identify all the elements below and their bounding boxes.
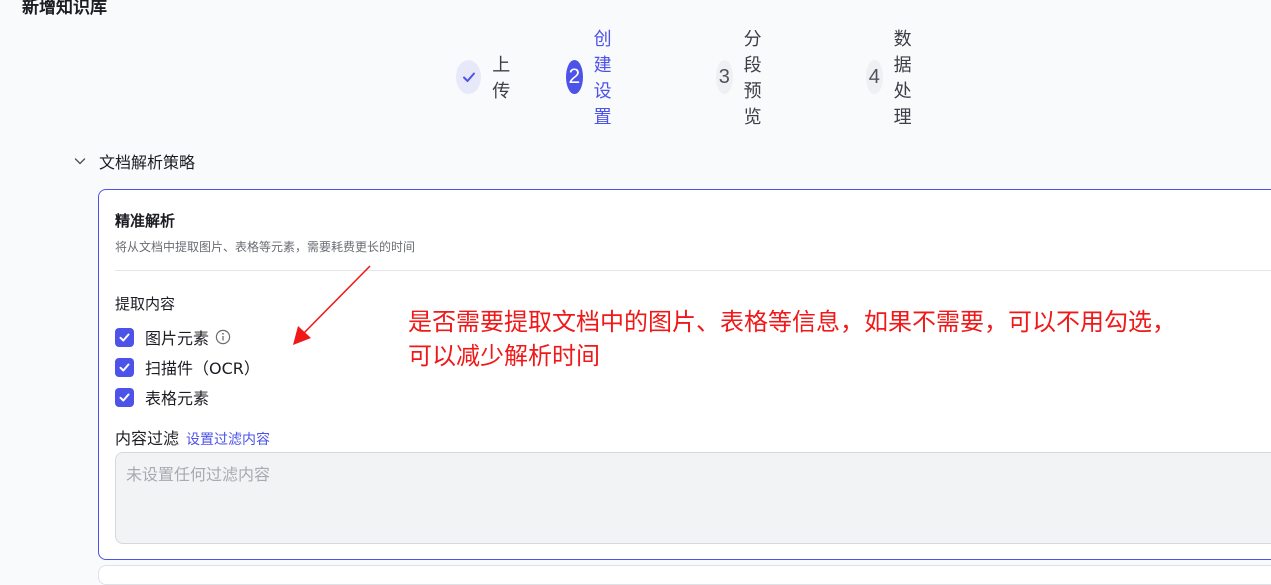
annotation-line: 是否需要提取文档中的图片、表格等信息，如果不需要，可以不用勾选， (408, 308, 1176, 336)
step-label: 创建设置 (593, 29, 612, 128)
checkbox-label: 表格元素 (145, 389, 210, 408)
set-filter-link[interactable]: 设置过滤内容 (186, 429, 270, 449)
chevron-down-icon (72, 153, 88, 169)
content-filter-row: 内容过滤 设置过滤内容 (115, 425, 270, 449)
extract-content-label: 提取内容 (115, 295, 176, 313)
page-title: 新增知识库 (22, 0, 107, 18)
step-create-settings[interactable]: 2 创建设置 (566, 29, 629, 128)
annotation-line: 可以减少解析时间 (408, 342, 600, 370)
step-number: 4 (866, 60, 883, 94)
parse-strategy-toggle[interactable]: 文档解析策略 (72, 149, 195, 173)
checkbox-label: 扫描件（OCR） (145, 359, 260, 378)
step-segment-preview[interactable]: 3 分段预览 (716, 29, 779, 128)
check-icon (456, 60, 482, 94)
checkbox-checked-icon[interactable] (115, 387, 134, 407)
card-title: 精准解析 (115, 212, 176, 230)
next-strategy-card[interactable] (98, 565, 1271, 585)
annotation-text: 是否需要提取文档中的图片、表格等信息，如果不需要，可以不用勾选， 可以减少解析时… (408, 305, 1258, 373)
divider (115, 270, 1271, 271)
step-data-processing[interactable]: 4 数据处理 (866, 29, 929, 128)
content-filter-label: 内容过滤 (115, 429, 180, 448)
checkbox-label: 图片元素 (145, 329, 210, 348)
info-icon[interactable] (215, 329, 231, 345)
checkbox-checked-icon[interactable] (115, 357, 134, 377)
filter-content-box[interactable]: 未设置任何过滤内容 (115, 452, 1271, 544)
step-label: 上传 (492, 55, 511, 102)
card-description: 将从文档中提取图片、表格等元素，需要耗费更长的时间 (115, 240, 416, 254)
checkbox-table-elements[interactable]: 表格元素 (115, 385, 209, 409)
checkbox-scanned-ocr[interactable]: 扫描件（OCR） (115, 355, 260, 379)
step-number: 3 (716, 60, 733, 94)
precise-parse-card[interactable]: 精准解析 将从文档中提取图片、表格等元素，需要耗费更长的时间 提取内容 图片元素… (98, 189, 1271, 560)
section-title: 文档解析策略 (99, 153, 196, 172)
checkbox-image-elements[interactable]: 图片元素 (115, 325, 231, 349)
step-label: 分段预览 (743, 29, 762, 128)
step-number: 2 (566, 60, 583, 94)
step-label: 数据处理 (893, 29, 912, 128)
checkbox-checked-icon[interactable] (115, 327, 134, 347)
step-upload[interactable]: 上传 (456, 55, 519, 102)
